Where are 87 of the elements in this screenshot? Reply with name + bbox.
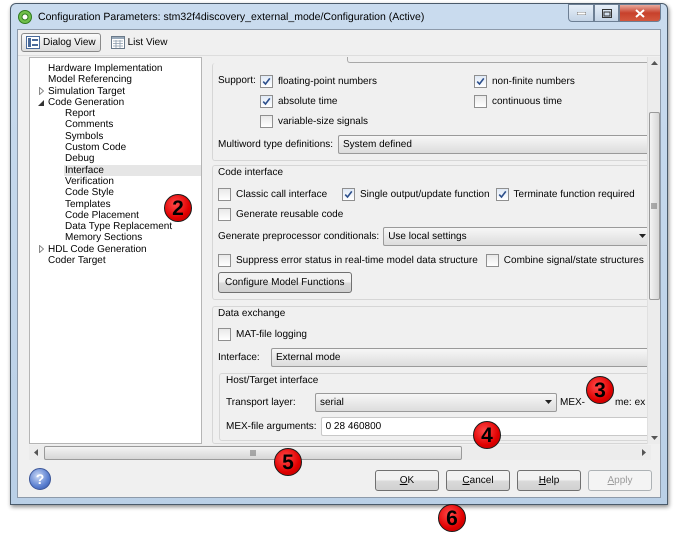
- close-icon: [635, 8, 645, 18]
- expand-arrow-icon[interactable]: [38, 87, 44, 96]
- checkbox[interactable]: [260, 94, 273, 108]
- checkbox[interactable]: [342, 188, 355, 200]
- field-label: me:: [615, 396, 632, 408]
- checkbox[interactable]: [474, 74, 487, 88]
- tree-item[interactable]: Code Placement: [64, 210, 139, 222]
- checkbox[interactable]: [260, 114, 273, 128]
- minimize-icon: [576, 12, 586, 14]
- field-label: Support:: [218, 74, 257, 88]
- field-label: MEX-file arguments:: [226, 420, 317, 432]
- dialog-button[interactable]: OK: [375, 470, 439, 491]
- grip-icon: [651, 203, 657, 209]
- field-label: Transport layer:: [226, 396, 297, 408]
- field-label: MEX-: [560, 396, 585, 408]
- configure-button[interactable]: Configure Model Functions: [218, 272, 352, 293]
- expand-arrow-icon[interactable]: [38, 245, 44, 254]
- maximize-icon: [602, 8, 612, 18]
- checkbox-label: Terminate function required: [514, 188, 635, 200]
- window-title: Configuration Parameters: stm32f4discovery_external_mode/Configuration (Active): [38, 10, 426, 22]
- close-button[interactable]: [619, 4, 661, 22]
- dropdown[interactable]: System defined: [338, 134, 647, 154]
- tree-item[interactable]: Custom Code: [64, 142, 126, 154]
- checkbox-label: variable-size signals: [278, 116, 368, 126]
- tree-view-icon: [26, 36, 40, 49]
- dropdown[interactable]: serial: [315, 392, 557, 412]
- checkbox-label: floating-point numbers: [278, 76, 377, 86]
- minimize-button[interactable]: [568, 4, 594, 22]
- view-tab[interactable]: List View: [106, 33, 172, 52]
- field-label: Generate preprocessor conditionals:: [218, 230, 380, 242]
- up-arrow-icon[interactable]: [650, 61, 658, 65]
- checkbox-label: non-finite numbers: [492, 76, 575, 86]
- checkbox-label: Single output/update function: [360, 188, 490, 200]
- group-title: Host/Target interface: [226, 374, 320, 388]
- field-value: ex: [634, 396, 646, 408]
- tree-item[interactable]: Code Style: [64, 187, 114, 199]
- list-view-icon: [110, 36, 125, 49]
- tree-item[interactable]: Debug: [64, 153, 94, 165]
- dropdown[interactable]: Use local settings: [383, 226, 647, 246]
- right-arrow-icon[interactable]: [642, 449, 646, 456]
- gear-icon: [17, 8, 33, 24]
- checkbox[interactable]: [496, 188, 509, 200]
- checkbox[interactable]: [218, 328, 231, 340]
- tree-item[interactable]: Memory Sections: [64, 232, 142, 244]
- group-title: Data exchange: [218, 307, 286, 321]
- tree-item[interactable]: Comments: [64, 119, 114, 131]
- collapse-arrow-icon[interactable]: [38, 100, 44, 106]
- checkbox[interactable]: [218, 188, 231, 200]
- tree-item[interactable]: Data Type Replacement: [64, 221, 172, 232]
- grip-icon: [250, 450, 256, 456]
- dialog-button[interactable]: Help: [517, 470, 581, 491]
- tree-item[interactable]: Hardware Implementation: [47, 63, 162, 74]
- checkbox-label: Combine signal/state structures: [504, 254, 644, 266]
- tree-item[interactable]: Verification: [64, 176, 114, 188]
- tree-item[interactable]: Code Generation: [47, 96, 124, 108]
- step-badge: 6: [438, 504, 466, 532]
- tree-item[interactable]: Symbols: [64, 130, 104, 142]
- tree-item[interactable]: Coder Target: [47, 255, 106, 266]
- tree-item[interactable]: HDL Code Generation: [47, 244, 147, 256]
- checkbox[interactable]: [260, 74, 273, 88]
- tree-item[interactable]: Report: [64, 108, 96, 120]
- checkbox-label: Generate reusable code: [236, 208, 344, 220]
- view-tab[interactable]: Dialog View: [21, 33, 101, 52]
- group-title: Code interface: [218, 166, 284, 180]
- caret-icon: [545, 400, 552, 404]
- tree-item[interactable]: Interface: [64, 164, 201, 176]
- field-label: Multiword type definitions:: [218, 138, 334, 150]
- scrollbar[interactable]: [647, 57, 660, 444]
- checkbox-label: absolute time: [278, 96, 338, 106]
- dialog-button[interactable]: Cancel: [446, 470, 510, 491]
- tree-item[interactable]: Templates: [64, 198, 111, 210]
- checkbox-label: Suppress error status in real-time model data structure: [236, 254, 478, 266]
- tree-item[interactable]: Model Referencing: [47, 74, 132, 86]
- checkbox[interactable]: [474, 94, 487, 108]
- dropdown[interactable]: External mode: [271, 348, 647, 366]
- left-arrow-icon[interactable]: [34, 449, 38, 456]
- checkbox[interactable]: [218, 254, 231, 266]
- checkbox-label: Classic call interface: [236, 188, 328, 200]
- checkbox-label: MAT-file logging: [236, 328, 307, 340]
- caret-icon: [639, 234, 646, 238]
- checkbox-label: continuous time: [492, 96, 562, 106]
- tree-item[interactable]: Simulation Target: [47, 86, 126, 97]
- checkbox[interactable]: [486, 254, 499, 266]
- checkbox[interactable]: [218, 208, 231, 220]
- maximize-button[interactable]: [594, 4, 619, 22]
- field-label: Interface:: [218, 352, 261, 362]
- down-arrow-icon[interactable]: [650, 436, 658, 440]
